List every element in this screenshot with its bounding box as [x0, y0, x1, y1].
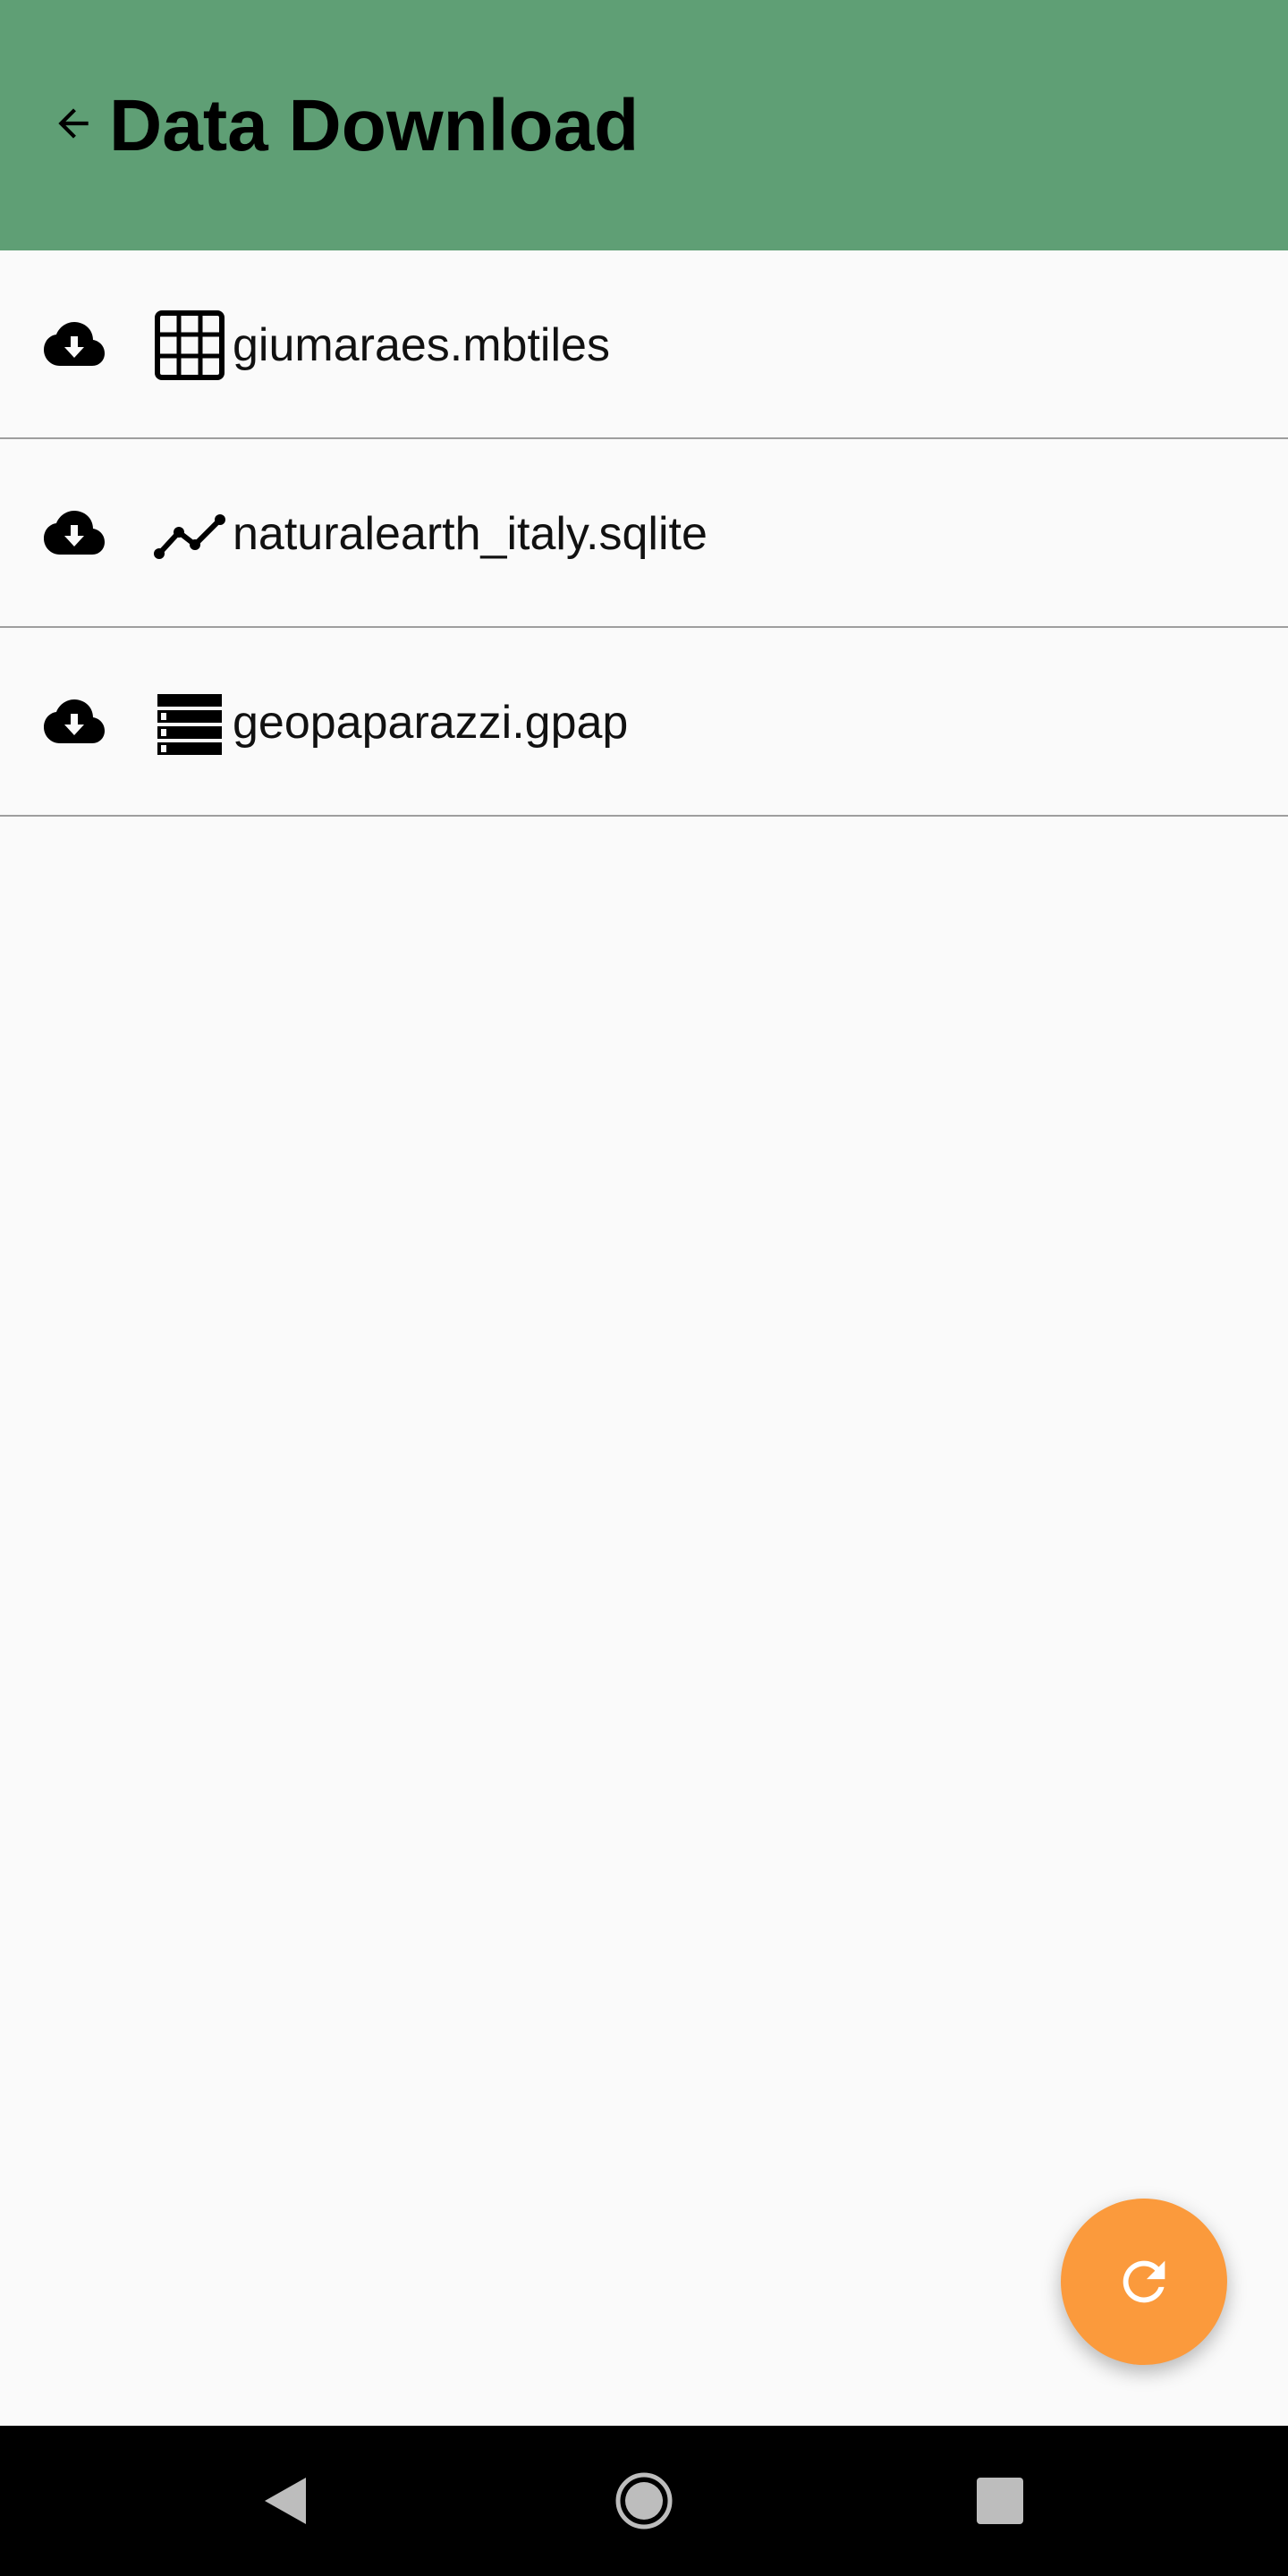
refresh-icon	[1123, 2260, 1165, 2303]
cloud-download-icon[interactable]	[43, 320, 106, 370]
file-name: naturalearth_italy.sqlite	[233, 508, 708, 560]
nav-back-button[interactable]	[250, 2465, 322, 2537]
file-list: giumaraes.mbtiles naturalearth_italy.sql…	[0, 250, 1288, 817]
nav-recents-button[interactable]	[964, 2465, 1036, 2537]
list-item[interactable]: naturalearth_italy.sqlite	[0, 439, 1288, 628]
polyline-icon	[154, 514, 225, 559]
app-bar: Data Download	[0, 0, 1288, 250]
refresh-button[interactable]	[1061, 2199, 1227, 2365]
grid-icon	[155, 310, 225, 380]
arrow-left-icon	[58, 108, 89, 139]
file-name: geopaparazzi.gpap	[233, 697, 629, 749]
cloud-download-icon[interactable]	[43, 698, 106, 748]
recents-square-icon	[977, 2478, 1023, 2524]
database-list-icon	[157, 694, 222, 755]
system-nav-bar	[0, 2426, 1288, 2576]
home-circle-icon	[615, 2472, 673, 2529]
file-name: giumaraes.mbtiles	[233, 319, 610, 371]
app-screen: Data Download giumaraes.mbtiles naturale…	[0, 0, 1288, 2576]
page-title: Data Download	[109, 85, 640, 166]
list-item[interactable]: giumaraes.mbtiles	[0, 250, 1288, 439]
back-button[interactable]	[47, 97, 100, 150]
back-triangle-icon	[265, 2478, 306, 2524]
cloud-download-icon[interactable]	[43, 509, 106, 559]
list-item[interactable]: geopaparazzi.gpap	[0, 628, 1288, 817]
nav-home-button[interactable]	[608, 2465, 680, 2537]
